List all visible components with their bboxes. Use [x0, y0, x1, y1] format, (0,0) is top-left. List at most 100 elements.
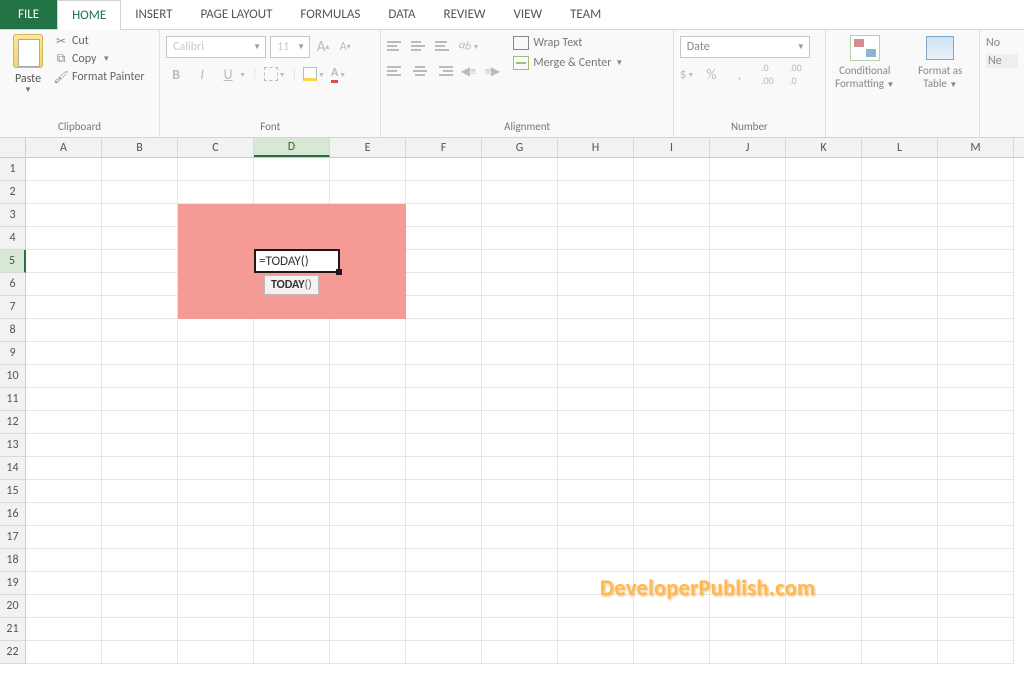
cell-C21[interactable] [178, 618, 254, 641]
cell-G19[interactable] [482, 572, 558, 595]
cell-editor[interactable]: =TODAY() [254, 249, 340, 273]
cell-A11[interactable] [26, 388, 102, 411]
cell-E21[interactable] [330, 618, 406, 641]
cell-G1[interactable] [482, 158, 558, 181]
cell-D1[interactable] [254, 158, 330, 181]
cell-G4[interactable] [482, 227, 558, 250]
cell-I17[interactable] [634, 526, 710, 549]
cell-J9[interactable] [710, 342, 786, 365]
cell-F19[interactable] [406, 572, 482, 595]
cell-F10[interactable] [406, 365, 482, 388]
font-name-dropdown[interactable]: Calibri ▼ [166, 36, 266, 58]
cell-H6[interactable] [558, 273, 634, 296]
copy-button[interactable]: ⧉ Copy ▼ [54, 52, 145, 66]
cell-M5[interactable] [938, 250, 1014, 273]
cell-H5[interactable] [558, 250, 634, 273]
cell-G14[interactable] [482, 457, 558, 480]
cell-J3[interactable] [710, 204, 786, 227]
cell-I1[interactable] [634, 158, 710, 181]
cell-H14[interactable] [558, 457, 634, 480]
conditional-formatting-button[interactable]: Conditional Formatting ▼ [832, 34, 898, 91]
cell-E16[interactable] [330, 503, 406, 526]
cell-H16[interactable] [558, 503, 634, 526]
align-top-button[interactable] [387, 37, 405, 55]
cell-J12[interactable] [710, 411, 786, 434]
cell-I9[interactable] [634, 342, 710, 365]
column-header-D[interactable]: D [254, 138, 330, 157]
cell-B22[interactable] [102, 641, 178, 664]
cell-M13[interactable] [938, 434, 1014, 457]
cell-K4[interactable] [786, 227, 862, 250]
cell-A20[interactable] [26, 595, 102, 618]
cell-G18[interactable] [482, 549, 558, 572]
cell-I18[interactable] [634, 549, 710, 572]
column-header-K[interactable]: K [786, 138, 862, 157]
cell-I3[interactable] [634, 204, 710, 227]
cell-C8[interactable] [178, 319, 254, 342]
cell-G2[interactable] [482, 181, 558, 204]
cell-M2[interactable] [938, 181, 1014, 204]
cell-G21[interactable] [482, 618, 558, 641]
row-header-9[interactable]: 9 [0, 342, 26, 365]
cell-F1[interactable] [406, 158, 482, 181]
cell-G5[interactable] [482, 250, 558, 273]
cell-C10[interactable] [178, 365, 254, 388]
cell-J18[interactable] [710, 549, 786, 572]
row-header-12[interactable]: 12 [0, 411, 26, 434]
cell-L22[interactable] [862, 641, 938, 664]
chevron-down-icon[interactable]: ▼ [102, 54, 110, 64]
cell-E1[interactable] [330, 158, 406, 181]
cell-H21[interactable] [558, 618, 634, 641]
cell-L5[interactable] [862, 250, 938, 273]
cell-D18[interactable] [254, 549, 330, 572]
border-button[interactable]: ▼ [264, 67, 286, 81]
cell-I5[interactable] [634, 250, 710, 273]
cell-H9[interactable] [558, 342, 634, 365]
cell-H1[interactable] [558, 158, 634, 181]
row-header-17[interactable]: 17 [0, 526, 26, 549]
cell-D2[interactable] [254, 181, 330, 204]
cell-M11[interactable] [938, 388, 1014, 411]
cell-K16[interactable] [786, 503, 862, 526]
cell-C18[interactable] [178, 549, 254, 572]
cell-I2[interactable] [634, 181, 710, 204]
cell-B17[interactable] [102, 526, 178, 549]
cell-H4[interactable] [558, 227, 634, 250]
column-header-C[interactable]: C [178, 138, 254, 157]
cell-K22[interactable] [786, 641, 862, 664]
cell-D14[interactable] [254, 457, 330, 480]
cell-B21[interactable] [102, 618, 178, 641]
cell-A10[interactable] [26, 365, 102, 388]
cell-B11[interactable] [102, 388, 178, 411]
cell-G9[interactable] [482, 342, 558, 365]
underline-button[interactable]: U▼ [218, 64, 246, 84]
cell-B18[interactable] [102, 549, 178, 572]
cell-M20[interactable] [938, 595, 1014, 618]
cell-J2[interactable] [710, 181, 786, 204]
cell-M9[interactable] [938, 342, 1014, 365]
cell-E15[interactable] [330, 480, 406, 503]
cell-J11[interactable] [710, 388, 786, 411]
cell-C15[interactable] [178, 480, 254, 503]
cell-C22[interactable] [178, 641, 254, 664]
cell-B3[interactable] [102, 204, 178, 227]
row-header-5[interactable]: 5 [0, 250, 26, 273]
cell-F15[interactable] [406, 480, 482, 503]
cell-E9[interactable] [330, 342, 406, 365]
cell-D17[interactable] [254, 526, 330, 549]
format-painter-button[interactable]: 🖌 Format Painter [54, 70, 145, 84]
cell-M16[interactable] [938, 503, 1014, 526]
cell-F6[interactable] [406, 273, 482, 296]
cell-K7[interactable] [786, 296, 862, 319]
cell-H13[interactable] [558, 434, 634, 457]
row-header-21[interactable]: 21 [0, 618, 26, 641]
cell-F4[interactable] [406, 227, 482, 250]
cell-L10[interactable] [862, 365, 938, 388]
cell-J14[interactable] [710, 457, 786, 480]
cell-L21[interactable] [862, 618, 938, 641]
row-header-16[interactable]: 16 [0, 503, 26, 526]
cell-M17[interactable] [938, 526, 1014, 549]
cell-G15[interactable] [482, 480, 558, 503]
cell-J5[interactable] [710, 250, 786, 273]
cell-D11[interactable] [254, 388, 330, 411]
